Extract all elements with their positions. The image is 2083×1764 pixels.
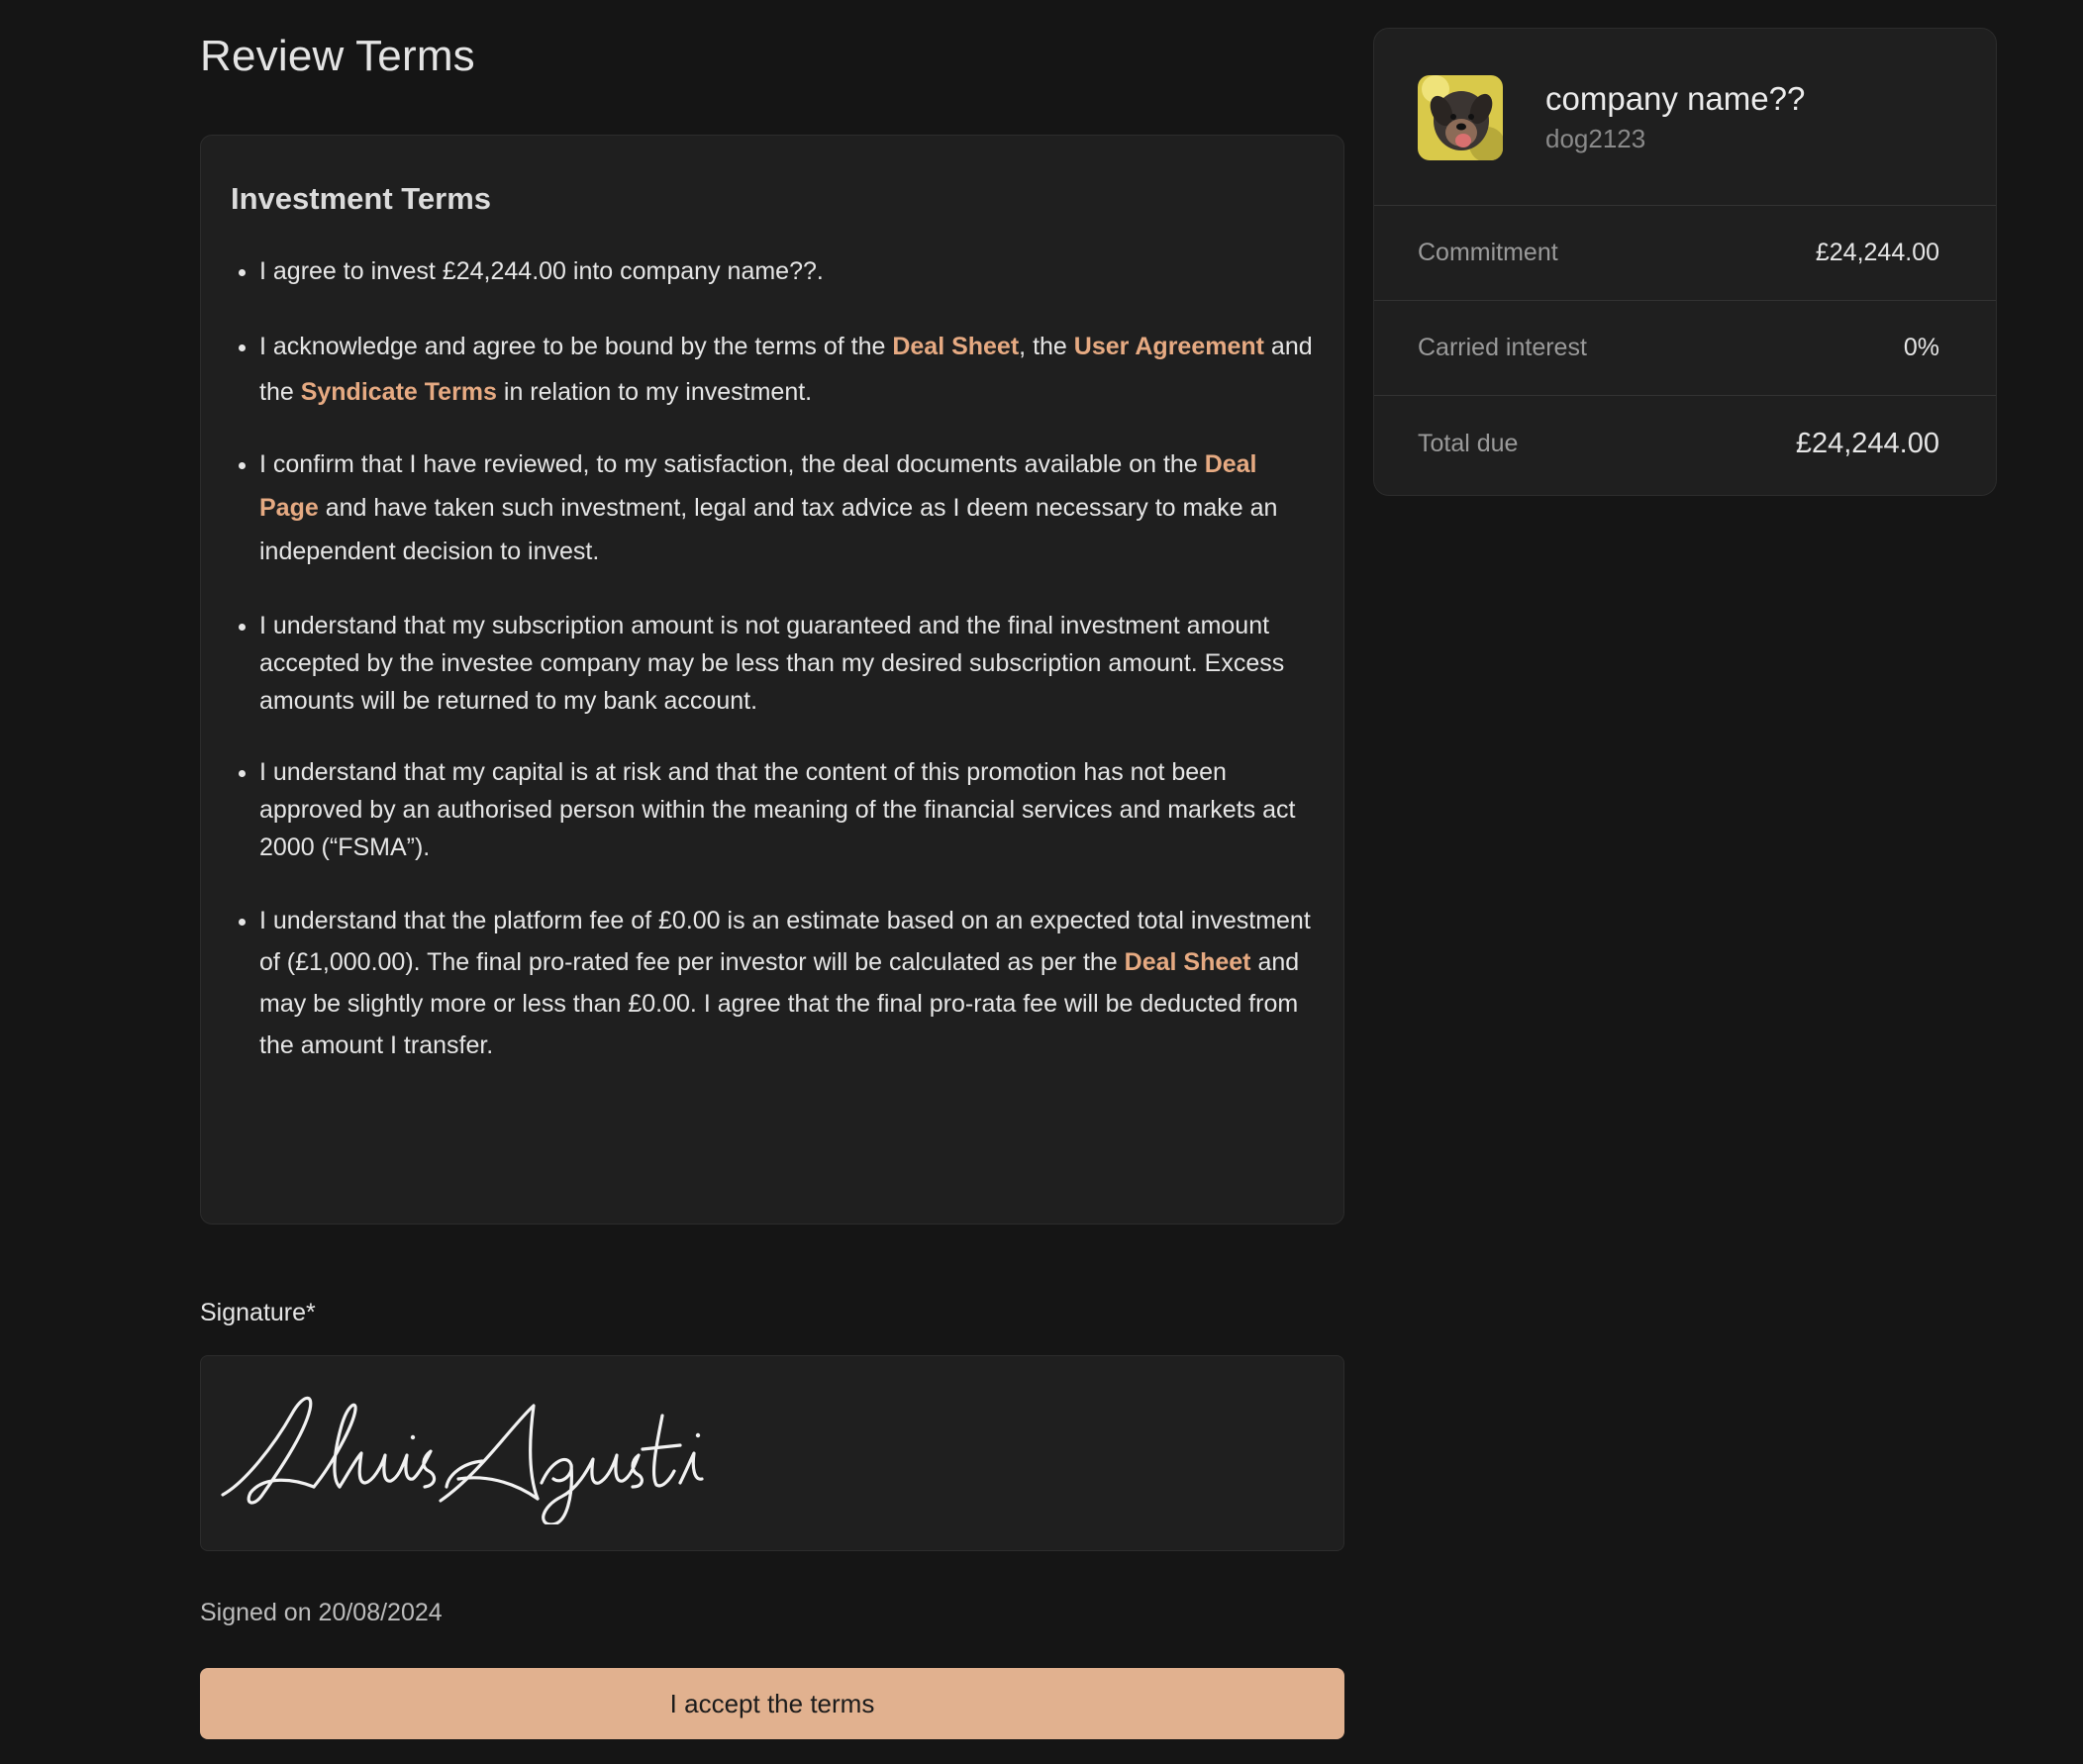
deal-sheet-link[interactable]: Deal Sheet bbox=[1125, 948, 1251, 976]
dog-photo-avatar-icon bbox=[1418, 75, 1503, 160]
handwritten-signature bbox=[221, 1396, 704, 1524]
user-agreement-link[interactable]: User Agreement bbox=[1074, 333, 1264, 360]
deal-sheet-link[interactable]: Deal Sheet bbox=[892, 333, 1019, 360]
term-text: and have taken such investment, legal an… bbox=[259, 494, 1278, 565]
term-text: in relation to my investment. bbox=[496, 378, 813, 406]
commitment-row: Commitment £24,244.00 bbox=[1374, 206, 1996, 301]
signature-label: Signature* bbox=[200, 1299, 316, 1326]
term-text: I agree to invest £24,244.00 into compan… bbox=[259, 257, 824, 285]
company-header: company name?? dog2123 bbox=[1374, 29, 1996, 206]
signed-on-date: Signed on 20/08/2024 bbox=[200, 1599, 443, 1626]
term-capital-at-risk: I understand that my capital is at risk … bbox=[259, 753, 1316, 866]
company-handle: dog2123 bbox=[1545, 124, 1646, 153]
term-text: I acknowledge and agree to be bound by t… bbox=[259, 333, 893, 360]
term-subscription-amount: I understand that my subscription amount… bbox=[259, 607, 1316, 720]
company-name: company name?? bbox=[1545, 80, 1806, 117]
total-due-row: Total due £24,244.00 bbox=[1374, 396, 1996, 491]
term-text: I understand that my subscription amount… bbox=[259, 612, 1285, 715]
term-platform-fee: I understand that the platform fee of £0… bbox=[259, 900, 1316, 1066]
page-title: Review Terms bbox=[200, 32, 475, 80]
terms-list: I agree to invest £24,244.00 into compan… bbox=[231, 252, 1316, 1066]
row-value: £24,244.00 bbox=[1815, 239, 1939, 266]
investment-summary-card: company name?? dog2123 Commitment £24,24… bbox=[1373, 28, 1997, 496]
carried-interest-row: Carried interest 0% bbox=[1374, 301, 1996, 396]
syndicate-terms-link[interactable]: Syndicate Terms bbox=[301, 378, 497, 406]
row-label: Total due bbox=[1418, 429, 1519, 457]
row-value: 0% bbox=[1903, 334, 1939, 361]
term-invest-amount: I agree to invest £24,244.00 into compan… bbox=[259, 252, 1316, 290]
accept-terms-button[interactable]: I accept the terms bbox=[200, 1668, 1344, 1739]
term-text: I understand that my capital is at risk … bbox=[259, 758, 1296, 861]
row-label: Carried interest bbox=[1418, 334, 1587, 361]
signature-box[interactable] bbox=[200, 1355, 1344, 1551]
term-acknowledge: I acknowledge and agree to be bound by t… bbox=[259, 324, 1316, 415]
term-text: I confirm that I have reviewed, to my sa… bbox=[259, 450, 1205, 478]
investment-terms-card: Investment Terms I agree to invest £24,2… bbox=[200, 135, 1344, 1225]
row-value: £24,244.00 bbox=[1795, 427, 1939, 459]
terms-heading: Investment Terms bbox=[231, 181, 492, 216]
term-text: , the bbox=[1019, 333, 1074, 360]
row-label: Commitment bbox=[1418, 239, 1558, 266]
term-reviewed-documents: I confirm that I have reviewed, to my sa… bbox=[259, 442, 1316, 573]
